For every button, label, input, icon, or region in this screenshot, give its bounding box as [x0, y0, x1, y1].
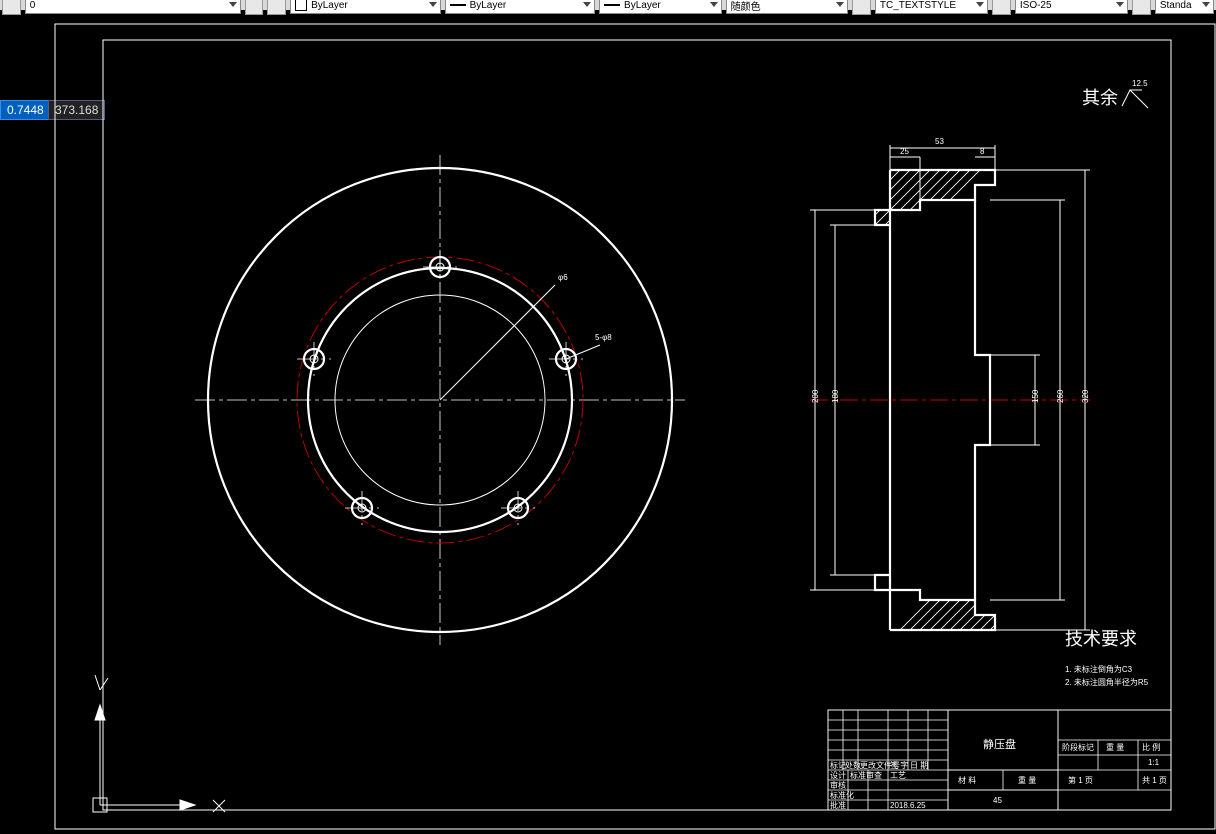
svg-text:技术要求: 技术要求 [1065, 629, 1137, 649]
lineweight-value: ByLayer [470, 0, 507, 11]
svg-text:重 量: 重 量 [1106, 742, 1124, 752]
svg-text:150: 150 [1031, 389, 1040, 403]
tablestyle-value: Standa [1160, 0, 1192, 11]
svg-text:其余: 其余 [1082, 88, 1118, 108]
surface-roughness: 其余 12.5 [1082, 79, 1148, 108]
svg-text:200: 200 [811, 389, 820, 403]
svg-text:审核: 审核 [830, 780, 846, 790]
svg-text:处数: 处数 [845, 760, 861, 770]
svg-text:共 1 页: 共 1 页 [1142, 776, 1167, 785]
front-view: φ6 5-φ8 [195, 155, 685, 645]
svg-text:2018.6.25: 2018.6.25 [890, 801, 926, 810]
svg-text:260: 260 [1056, 389, 1065, 403]
svg-text:45: 45 [993, 796, 1002, 805]
svg-text:25: 25 [900, 147, 909, 156]
property-toolbar: 0 ByLayer ByLayer ByLayer 随颜色 TC_TEXTSTY… [0, 0, 1216, 10]
svg-text:比 例: 比 例 [1142, 742, 1160, 752]
tech-requirements: 技术要求 1. 未标注倒角为C3 2. 未标注圆角半径为R5 [1065, 629, 1149, 687]
svg-text:设计: 设计 [830, 770, 846, 780]
sheet-outer-frame [55, 24, 1215, 829]
svg-text:180: 180 [831, 389, 840, 403]
svg-text:第 1 页: 第 1 页 [1068, 775, 1093, 785]
svg-text:阶段标记: 阶段标记 [1062, 742, 1094, 752]
svg-text:标准化: 标准化 [830, 790, 854, 800]
plotstyle-value: ByLayer [624, 0, 661, 11]
svg-text:日 期: 日 期 [910, 761, 928, 770]
linetype-value: ByLayer [311, 0, 348, 11]
svg-text:8: 8 [980, 147, 985, 156]
title-block: 标记 处数 更改文件号 签 字 日 期 设计 审核 标准化 批准 标准审查 工艺… [828, 710, 1171, 810]
ucs-icon [93, 675, 225, 812]
svg-text:5-φ8: 5-φ8 [595, 333, 612, 342]
svg-text:标准审查: 标准审查 [850, 770, 882, 780]
svg-text:1. 未标注倒角为C3: 1. 未标注倒角为C3 [1065, 664, 1133, 674]
svg-text:12.5: 12.5 [1132, 79, 1148, 88]
svg-text:批准: 批准 [830, 800, 846, 810]
svg-text:53: 53 [935, 137, 944, 146]
svg-text:标记: 标记 [830, 760, 846, 770]
dimstyle-value: ISO-25 [1020, 0, 1052, 11]
svg-text:φ6: φ6 [558, 273, 568, 282]
layer-value: 0 [30, 0, 36, 11]
svg-text:工艺: 工艺 [890, 771, 906, 780]
sheet-inner-frame [103, 40, 1171, 810]
svg-text:2. 未标注圆角半径为R5: 2. 未标注圆角半径为R5 [1065, 677, 1149, 687]
svg-text:材 料: 材 料 [958, 775, 976, 785]
svg-text:静压盘: 静压盘 [983, 737, 1016, 751]
section-view: 53 25 8 320 260 150 200 180 [810, 20, 1090, 780]
svg-text:320: 320 [1081, 389, 1090, 403]
textstyle-value: TC_TEXTSTYLE [880, 0, 956, 11]
svg-text:签 字: 签 字 [890, 760, 908, 770]
cad-canvas[interactable]: φ6 5-φ8 [0, 10, 1216, 834]
svg-text:1:1: 1:1 [1148, 758, 1160, 767]
svg-text:重 量: 重 量 [1018, 775, 1036, 785]
